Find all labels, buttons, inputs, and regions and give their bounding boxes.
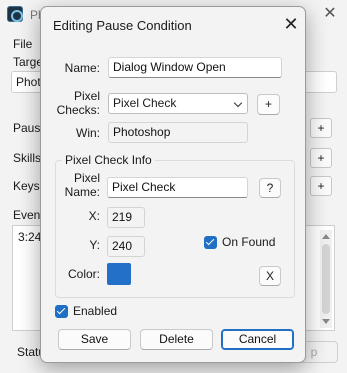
scroll-down-icon[interactable]	[322, 319, 330, 324]
add-key-button[interactable]: +	[310, 176, 332, 196]
save-button[interactable]: Save	[58, 329, 131, 350]
clear-color-button[interactable]: X	[259, 266, 281, 286]
skills-label: Skills	[13, 151, 42, 165]
edit-pause-dialog: Editing Pause Condition ✕ Name: Dialog W…	[40, 6, 306, 363]
name-input[interactable]: Dialog Window Open	[108, 57, 282, 78]
win-label: Win:	[76, 126, 100, 140]
x-field: 219	[107, 207, 145, 228]
close-icon[interactable]: ✕	[320, 4, 340, 24]
add-pixel-check-button[interactable]: +	[257, 94, 280, 115]
y-field: 240	[107, 236, 145, 257]
events-list-item: 3:24	[18, 230, 42, 244]
pixel-name-input[interactable]: Pixel Check	[107, 177, 248, 198]
y-label: Y:	[89, 238, 100, 252]
pixel-checks-selected: Pixel Check	[113, 96, 177, 110]
pixel-checks-select[interactable]: Pixel Check	[108, 93, 248, 114]
app-icon	[7, 6, 23, 22]
name-label: Name:	[64, 61, 100, 75]
cancel-button[interactable]: Cancel	[221, 329, 294, 350]
pixel-check-info-title: Pixel Check Info	[62, 153, 155, 167]
chevron-down-icon	[233, 98, 243, 108]
pixel-name-label: Pixel Name:	[64, 171, 100, 199]
dialog-close-icon[interactable]: ✕	[281, 14, 301, 34]
add-pause-button[interactable]: +	[310, 118, 332, 138]
delete-button[interactable]: Delete	[140, 329, 213, 350]
win-field: Photoshop	[108, 122, 248, 143]
scroll-up-icon[interactable]	[322, 234, 330, 239]
x-label: X:	[88, 209, 100, 223]
enabled-checkbox[interactable]	[55, 305, 68, 318]
dialog-title: Editing Pause Condition	[53, 18, 192, 33]
help-button[interactable]: ?	[259, 178, 281, 198]
color-swatch[interactable]	[107, 263, 131, 285]
add-skill-button[interactable]: +	[310, 148, 332, 168]
color-label: Color:	[67, 267, 100, 281]
enabled-label[interactable]: Enabled	[73, 304, 117, 318]
on-found-checkbox[interactable]	[204, 236, 217, 249]
on-found-label[interactable]: On Found	[222, 235, 275, 249]
keys-label: Keys:	[13, 179, 44, 193]
pixel-checks-label: Pixel Checks:	[56, 89, 100, 117]
scroll-thumb[interactable]	[322, 244, 330, 314]
events-scrollbar[interactable]	[320, 230, 332, 328]
menu-file[interactable]: File	[13, 37, 32, 51]
target-label: Targe	[13, 55, 44, 69]
